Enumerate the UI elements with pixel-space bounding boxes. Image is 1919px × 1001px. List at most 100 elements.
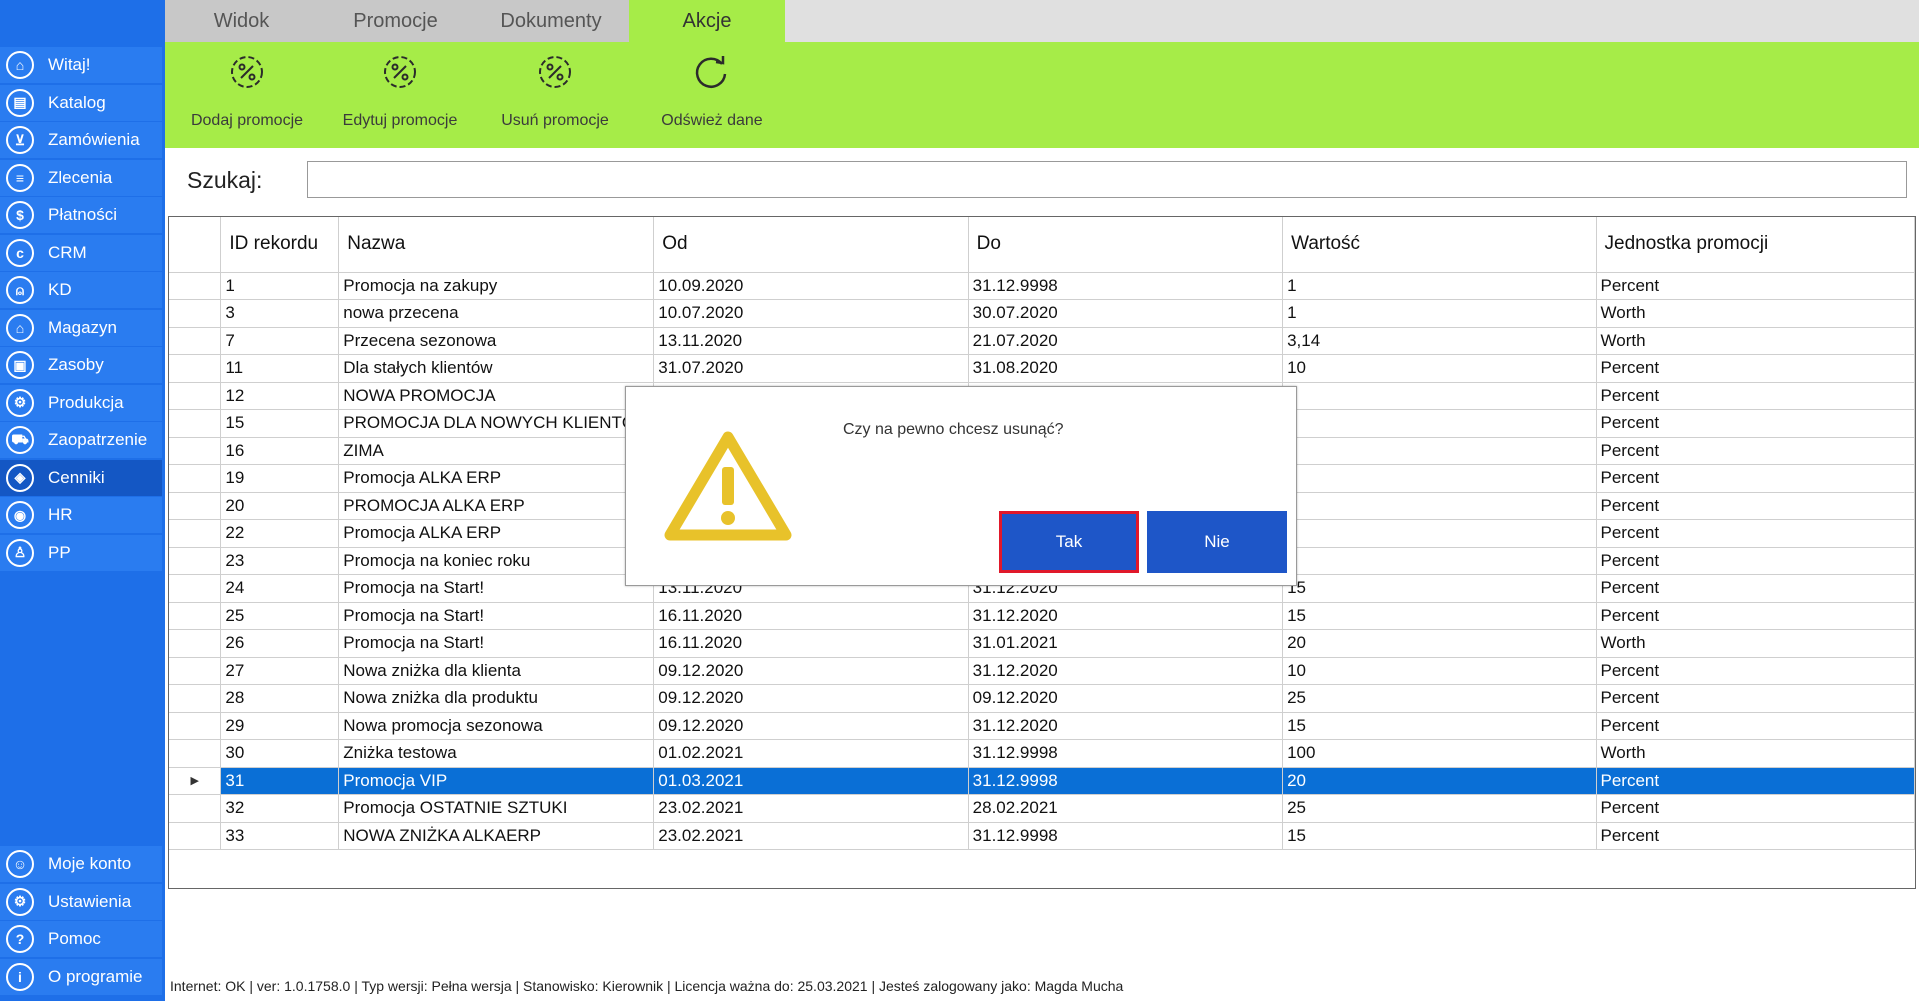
delete-promotion-button[interactable]: Usuń promocje [485,42,625,148]
row-selector[interactable] [169,299,222,328]
tab-widok[interactable]: Widok [165,0,318,42]
cell-unit[interactable]: Percent [1596,272,1915,300]
cell-name[interactable]: Promocja na Start! [338,602,655,630]
cell-value[interactable]: 0 [1282,519,1597,548]
cell-value[interactable]: 25 [1282,794,1597,823]
column-header-unit[interactable]: Jednostka promocji [1596,217,1915,273]
cell-id[interactable]: 29 [220,712,340,740]
cell-id[interactable]: 16 [220,437,340,465]
cell-unit[interactable]: Percent [1596,794,1915,823]
column-header-from[interactable]: Od [653,217,969,273]
cell-from[interactable]: 23.02.2021 [653,794,969,823]
cell-id[interactable]: 7 [220,327,340,355]
sidebar-item-ustawienia[interactable]: ⚙ Ustawienia [0,883,162,920]
cell-unit[interactable]: Worth [1596,327,1915,355]
row-selector[interactable] [169,519,222,548]
cell-from[interactable]: 10.09.2020 [653,272,969,300]
cell-id[interactable]: 20 [220,492,340,520]
cell-name[interactable]: Promocja VIP [338,767,655,795]
cell-to[interactable]: 31.12.2020 [968,602,1284,630]
cell-from[interactable]: 31.07.2020 [653,354,969,383]
cell-from[interactable]: 16.11.2020 [653,629,969,658]
tab-dokumenty[interactable]: Dokumenty [473,0,629,42]
cell-value[interactable]: 0 [1282,464,1597,493]
cell-id[interactable]: 3 [220,299,340,328]
cell-name[interactable]: Promocja ALKA ERP [338,519,655,548]
cell-value[interactable]: 25 [1282,684,1597,713]
cell-unit[interactable]: Percent [1596,684,1915,713]
sidebar-item-pomoc[interactable]: ? Pomoc [0,921,162,957]
cell-value[interactable]: 20 [1282,629,1597,658]
cell-unit[interactable]: Percent [1596,602,1915,630]
cell-value[interactable]: 1 [1282,299,1597,328]
edit-promotion-button[interactable]: Edytuj promocje [330,42,470,148]
table-row[interactable]: 32 Promocja OSTATNIE SZTUKI 23.02.2021 28.0… [169,794,1915,823]
cell-id[interactable]: 28 [220,684,340,713]
sidebar-item-zamówienia[interactable]: ⊻ Zamówienia [0,122,162,158]
cell-from[interactable]: 09.12.2020 [653,684,969,713]
cell-value[interactable]: 15 [1282,602,1597,630]
table-row[interactable]: 3 nowa przecena 10.07.2020 30.07.2020 1 Worth [169,299,1915,328]
cell-unit[interactable]: Percent [1596,657,1915,685]
cell-id[interactable]: 27 [220,657,340,685]
cell-id[interactable]: 30 [220,739,340,768]
row-selector[interactable] [169,712,222,740]
cell-unit[interactable]: Percent [1596,492,1915,520]
cell-value[interactable]: 15 [1282,574,1597,603]
table-row[interactable]: 1 Promocja na zakupy 10.09.2020 31.12.9998 1… [169,272,1915,300]
cell-name[interactable]: Przecena sezonowa [338,327,655,355]
table-row[interactable]: ▶ 31 Promocja VIP 01.03.2021 31.12.9998 20 Per… [169,767,1915,795]
row-selector[interactable] [169,822,222,850]
cell-name[interactable]: Promocja na koniec roku [338,547,655,575]
search-input[interactable] [307,161,1907,198]
cell-value[interactable]: 0 [1282,382,1597,410]
cell-name[interactable]: PROMOCJA DLA NOWYCH KLIENTÓW [338,409,655,438]
cell-value[interactable]: 5 [1282,547,1597,575]
cell-id[interactable]: 12 [220,382,340,410]
cell-unit[interactable]: Worth [1596,739,1915,768]
cell-to[interactable]: 21.07.2020 [968,327,1284,355]
cell-value[interactable]: 1 [1282,272,1597,300]
cell-from[interactable]: 09.12.2020 [653,657,969,685]
row-selector[interactable] [169,657,222,685]
sidebar-item-produkcja[interactable]: ⚙ Produkcja [0,384,162,421]
no-button[interactable]: Nie [1147,511,1287,573]
table-row[interactable]: 25 Promocja na Start! 16.11.2020 31.12.2020… [169,602,1915,630]
cell-name[interactable]: NOWA PROMOCJA [338,382,655,410]
cell-from[interactable]: 01.03.2021 [653,767,969,795]
cell-name[interactable]: Dla stałych klientów [338,354,655,383]
row-selector[interactable]: ▶ [169,767,222,795]
cell-to[interactable]: 28.02.2021 [968,794,1284,823]
cell-to[interactable]: 31.12.2020 [968,657,1284,685]
sidebar-item-zasoby[interactable]: ▣ Zasoby [0,347,162,383]
sidebar-item-kd[interactable]: ⍝ KD [0,272,162,308]
sidebar-item-moje-konto[interactable]: ☺ Moje konto [0,846,162,882]
column-header-to[interactable]: Do [968,217,1284,273]
cell-value[interactable]: 20 [1282,767,1597,795]
cell-unit[interactable]: Worth [1596,629,1915,658]
cell-to[interactable]: 31.12.9998 [968,767,1284,795]
table-row[interactable]: 28 Nowa zniżka dla produktu 09.12.2020 09.1… [169,684,1915,713]
row-selector[interactable] [169,382,222,410]
table-row[interactable]: 29 Nowa promocja sezonowa 09.12.2020 31.12.… [169,712,1915,740]
cell-name[interactable]: NOWA ZNIŻKA ALKAERP [338,822,655,850]
sidebar-item-witaj-[interactable]: ⌂ Witaj! [0,47,162,83]
cell-to[interactable]: 31.08.2020 [968,354,1284,383]
cell-id[interactable]: 22 [220,519,340,548]
cell-unit[interactable]: Percent [1596,437,1915,465]
row-selector[interactable] [169,684,222,713]
cell-id[interactable]: 26 [220,629,340,658]
table-row[interactable]: 7 Przecena sezonowa 13.11.2020 21.07.2020 3,… [169,327,1915,355]
table-row[interactable]: 11 Dla stałych klientów 31.07.2020 31.08.20… [169,354,1915,383]
cell-id[interactable]: 11 [220,354,340,383]
cell-value[interactable]: 0 [1282,437,1597,465]
cell-id[interactable]: 25 [220,602,340,630]
cell-name[interactable]: PROMOCJA ALKA ERP [338,492,655,520]
cell-id[interactable]: 15 [220,409,340,438]
cell-id[interactable]: 33 [220,822,340,850]
sidebar-item-pp[interactable]: ♙ PP [0,534,162,571]
cell-name[interactable]: Nowa promocja sezonowa [338,712,655,740]
cell-id[interactable]: 1 [220,272,340,300]
sidebar-item-magazyn[interactable]: ⌂ Magazyn [0,309,162,346]
cell-id[interactable]: 23 [220,547,340,575]
